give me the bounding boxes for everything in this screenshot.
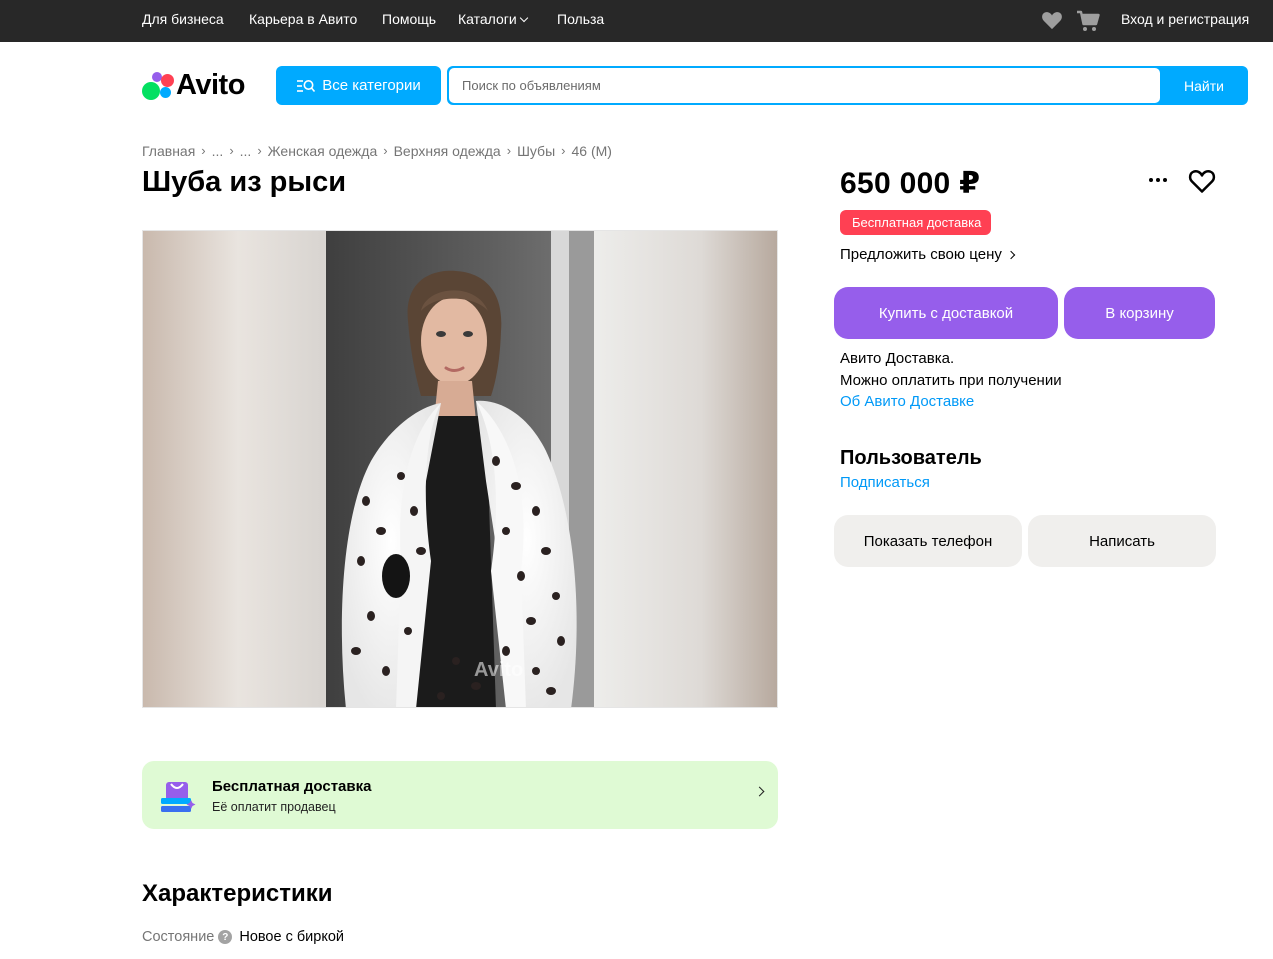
delivery-box-icon: [161, 782, 196, 812]
photo-gallery[interactable]: Avito: [142, 230, 778, 708]
about-delivery-link[interactable]: Об Авито Доставке: [840, 393, 974, 410]
categories-search-icon: [297, 79, 316, 92]
breadcrumb-item-womens-clothing[interactable]: Женская одежда: [268, 143, 378, 159]
search-input[interactable]: [449, 68, 1160, 103]
top-bar: Для бизнеса Карьера в Авито Помощь Катал…: [0, 0, 1273, 42]
characteristics-title: Характеристики: [142, 880, 333, 907]
topbar-link-business[interactable]: Для бизнеса: [142, 11, 224, 27]
chevron-right-icon: [754, 786, 765, 797]
breadcrumb-item-outerwear[interactable]: Верхняя одежда: [394, 143, 501, 159]
price: 650 000 ₽: [840, 167, 981, 200]
topbar-link-benefit[interactable]: Польза: [557, 11, 604, 27]
photo-watermark: Avito: [474, 659, 524, 681]
breadcrumb: Главная › ... › ... › Женская одежда › Верхн…: [142, 143, 612, 159]
breadcrumb-item-size[interactable]: 46 (M): [571, 143, 611, 159]
breadcrumb-item-ellipsis-2[interactable]: ...: [240, 143, 252, 159]
topbar-link-catalogs[interactable]: Каталоги: [458, 11, 528, 27]
breadcrumb-separator-icon: ›: [201, 143, 206, 158]
avito-logo[interactable]: Avito: [142, 68, 245, 102]
show-phone-button[interactable]: Показать телефон: [834, 515, 1022, 567]
heart-icon[interactable]: [1041, 10, 1063, 30]
characteristic-value: Новое с биркой: [239, 929, 345, 945]
logo-dots-icon: [142, 70, 174, 100]
more-options-icon[interactable]: [1146, 170, 1170, 190]
search-bar: Найти: [447, 66, 1248, 105]
breadcrumb-item-fur-coats[interactable]: Шубы: [517, 143, 555, 159]
delivery-info-line-2: Можно оплатить при получении: [840, 372, 1062, 389]
characteristic-row: Состояние ? Новое с биркой: [142, 929, 344, 945]
chevron-down-icon: [519, 13, 528, 23]
fur-coat-photo-image: [326, 231, 594, 707]
breadcrumb-separator-icon: ›: [229, 143, 234, 158]
buy-with-delivery-button[interactable]: Купить с доставкой: [834, 287, 1058, 339]
subscribe-link[interactable]: Подписаться: [840, 474, 930, 491]
free-delivery-banner[interactable]: Бесплатная доставка Её оплатит продавец: [142, 761, 778, 829]
breadcrumb-item-home[interactable]: Главная: [142, 143, 195, 159]
banner-subtitle: Её оплатит продавец: [212, 800, 336, 814]
seller-name[interactable]: Пользователь: [840, 447, 982, 470]
characteristic-label: Состояние: [142, 929, 215, 945]
delivery-info-line-1: Авито Доставка.: [840, 350, 955, 367]
offer-price-link[interactable]: Предложить свою цену: [840, 246, 1016, 263]
logo-text: Avito: [176, 68, 245, 101]
free-delivery-badge: Бесплатная доставка: [840, 210, 992, 235]
topbar-link-help[interactable]: Помощь: [382, 11, 436, 27]
banner-title: Бесплатная доставка: [212, 778, 372, 795]
topbar-link-career[interactable]: Карьера в Авито: [249, 11, 357, 27]
breadcrumb-item-ellipsis-1[interactable]: ...: [212, 143, 224, 159]
login-link[interactable]: Вход и регистрация: [1121, 11, 1249, 27]
breadcrumb-separator-icon: ›: [257, 143, 262, 158]
offer-price-label: Предложить свою цену: [840, 246, 1002, 263]
breadcrumb-separator-icon: ›: [506, 143, 512, 158]
breadcrumb-separator-icon: ›: [561, 143, 566, 158]
search-button[interactable]: Найти: [1160, 66, 1248, 105]
listing-photo[interactable]: Avito: [326, 231, 594, 707]
help-icon[interactable]: ?: [218, 930, 233, 944]
favorite-heart-icon[interactable]: [1188, 168, 1216, 194]
cart-icon[interactable]: [1076, 10, 1100, 32]
add-to-cart-button[interactable]: В корзину: [1064, 287, 1215, 339]
listing-title: Шуба из рыси: [142, 166, 347, 198]
chevron-right-icon: [1006, 250, 1016, 259]
all-categories-button[interactable]: Все категории: [276, 66, 441, 105]
all-categories-label: Все категории: [322, 77, 421, 94]
write-message-button[interactable]: Написать: [1028, 515, 1216, 567]
catalogs-label: Каталоги: [458, 11, 517, 27]
breadcrumb-separator-icon: ›: [383, 143, 388, 158]
